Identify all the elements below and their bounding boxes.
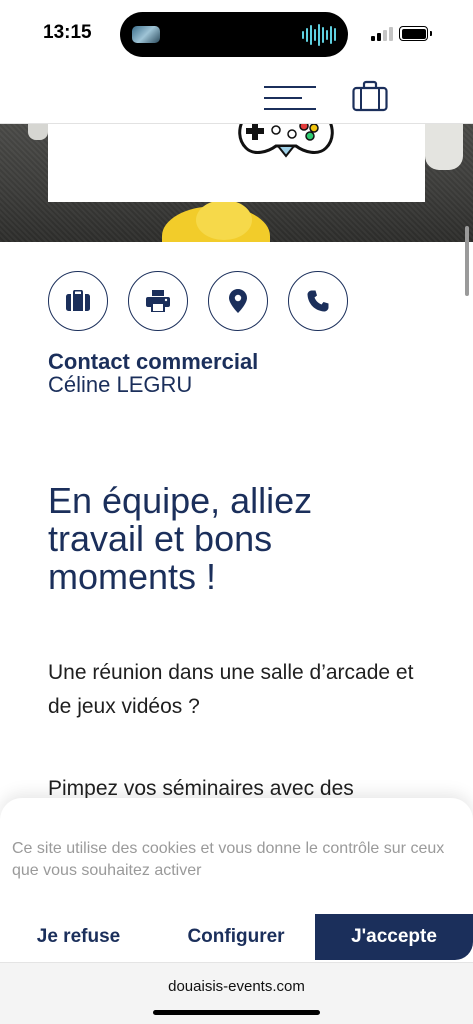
logo-card	[48, 124, 425, 202]
audio-waveform-icon	[302, 23, 336, 46]
clock: 13:15	[43, 22, 92, 43]
intro-paragraph: Une réunion dans une salle d’arcade et d…	[48, 661, 414, 718]
phone-button[interactable]	[288, 271, 348, 331]
now-playing-artwork	[132, 26, 160, 43]
home-indicator[interactable]	[153, 1010, 320, 1015]
location-pin-icon	[229, 289, 247, 313]
status-bar: 13:15	[0, 0, 473, 66]
configure-cookies-button[interactable]: Configurer	[157, 914, 315, 960]
refuse-cookies-button[interactable]: Je refuse	[0, 914, 157, 960]
contact-name: Céline LEGRU	[48, 372, 193, 397]
battery-icon	[399, 26, 428, 41]
print-button[interactable]	[128, 271, 188, 331]
briefcase-button[interactable]	[48, 271, 108, 331]
phone-icon	[307, 290, 329, 312]
scrollbar[interactable]	[465, 226, 469, 296]
accept-cookies-button[interactable]: J'accepte	[315, 914, 473, 960]
hamburger-menu-icon[interactable]	[264, 84, 316, 112]
site-header	[0, 66, 473, 124]
battery-tip	[430, 31, 432, 36]
location-button[interactable]	[208, 271, 268, 331]
cellular-signal-icon	[371, 27, 393, 41]
hero-image	[0, 124, 473, 242]
printer-icon	[146, 290, 170, 312]
url-text[interactable]: douaisis-events.com	[0, 978, 473, 995]
cookie-message: Ce site utilise des cookies et vous donn…	[12, 840, 445, 879]
briefcase-icon[interactable]	[352, 80, 388, 112]
cookie-banner: Ce site utilise des cookies et vous donn…	[0, 798, 473, 962]
dynamic-island	[120, 12, 348, 57]
briefcase-icon	[66, 290, 90, 311]
browser-address-bar[interactable]: douaisis-events.com	[0, 962, 473, 1024]
gamepad-icon	[238, 124, 334, 158]
page-heading: En équipe, alliez travail et bons moment…	[48, 480, 313, 597]
contact-actions	[48, 271, 348, 331]
